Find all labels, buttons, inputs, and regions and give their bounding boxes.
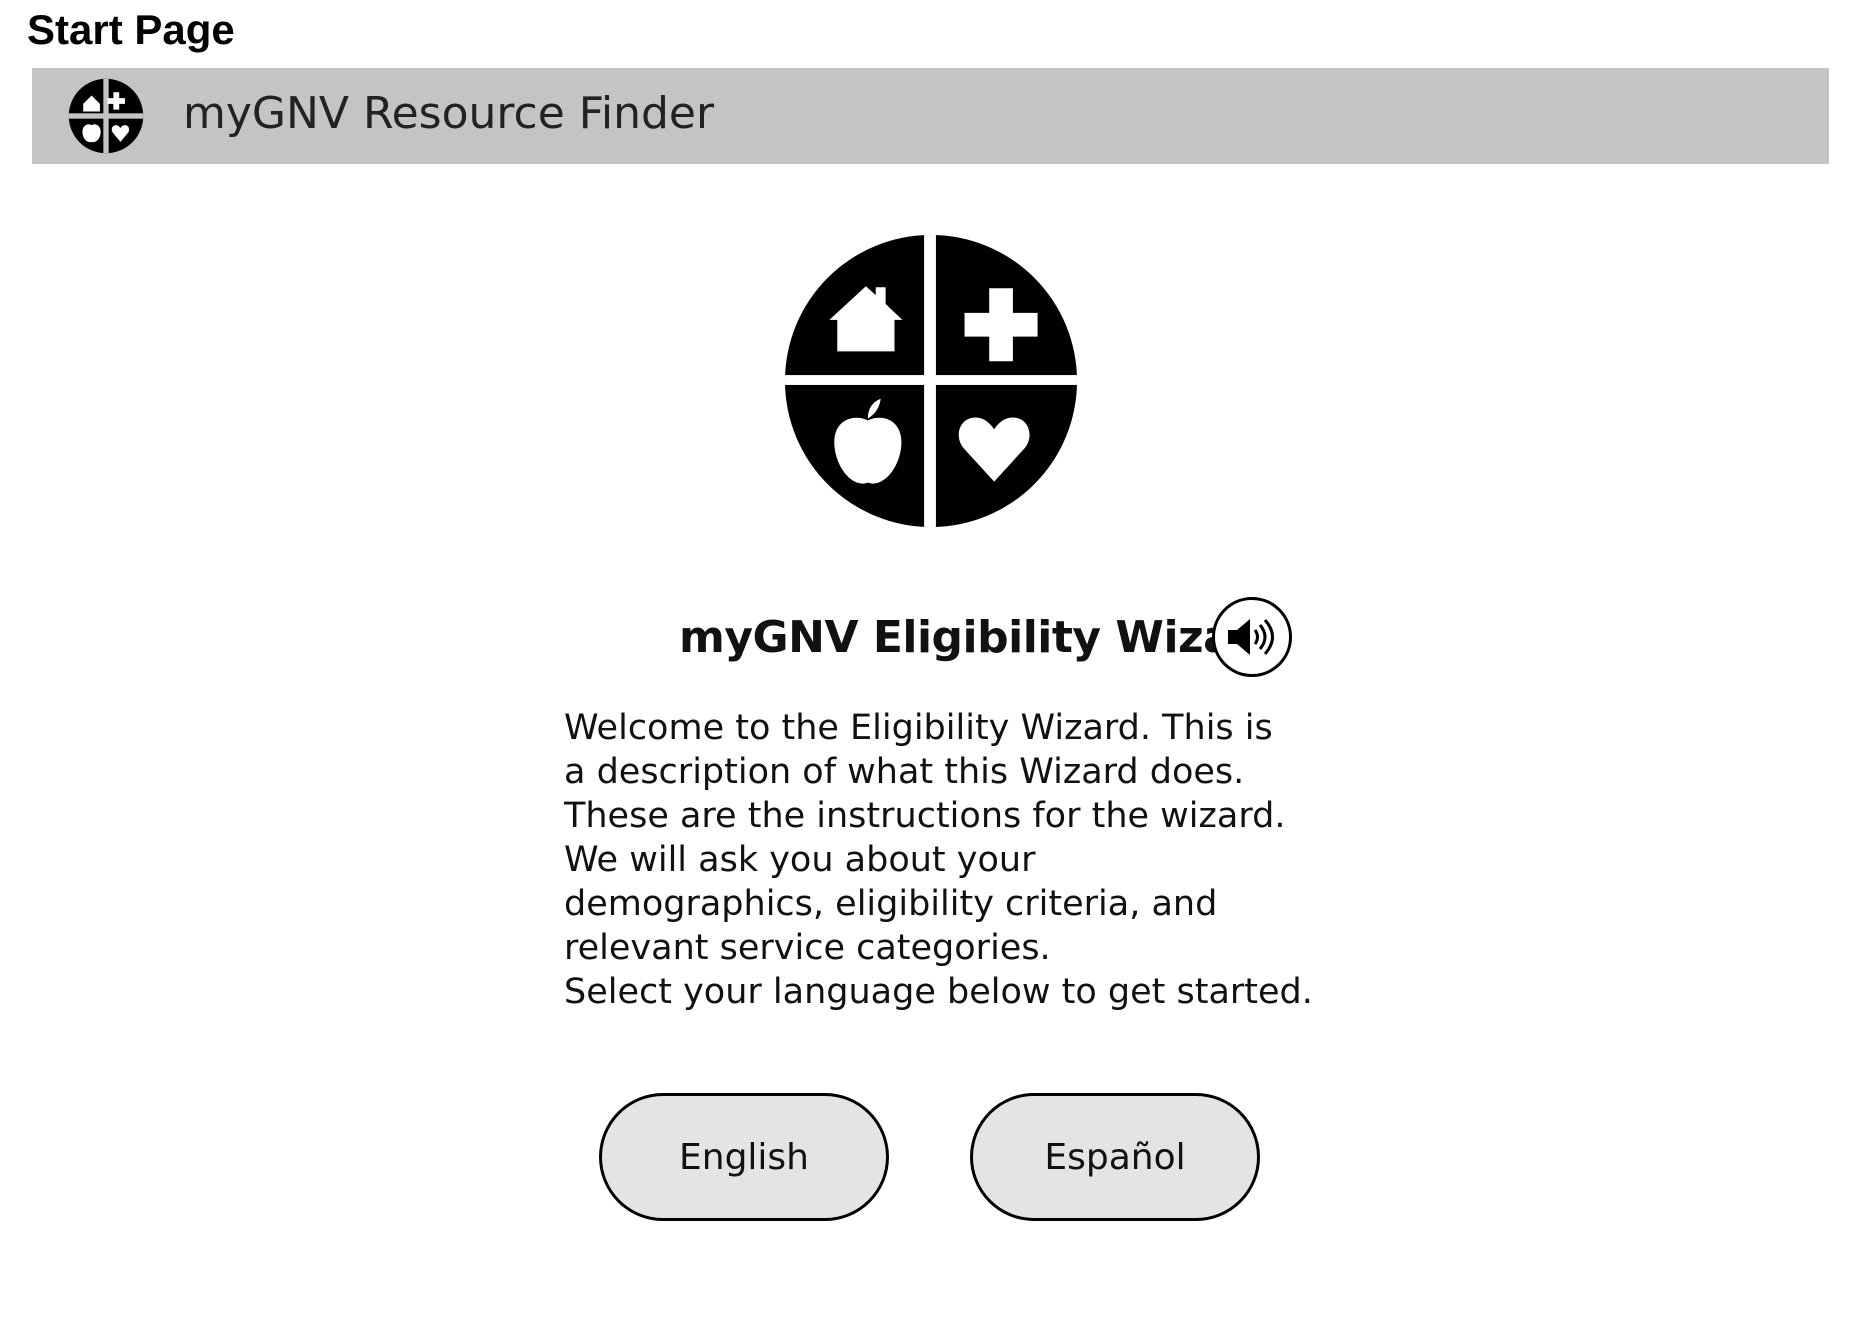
page-label: Start Page [27,6,235,53]
language-prompt: Select your language below to get starte… [564,972,1313,1012]
mygnv-logo-icon [784,234,1078,528]
wizard-description: Welcome to the Eligibility Wizard. This … [564,708,1286,968]
app-bar: myGNV Resource Finder [32,68,1829,164]
speaker-button[interactable] [1212,597,1292,677]
app-title: myGNV Resource Finder [183,88,715,139]
wizard-title: myGNV Eligibility Wizard [679,612,1285,663]
speaker-icon [1228,619,1274,655]
app-logo-icon[interactable] [68,78,144,154]
espanol-button[interactable]: Español [970,1093,1260,1221]
english-button[interactable]: English [599,1093,889,1221]
